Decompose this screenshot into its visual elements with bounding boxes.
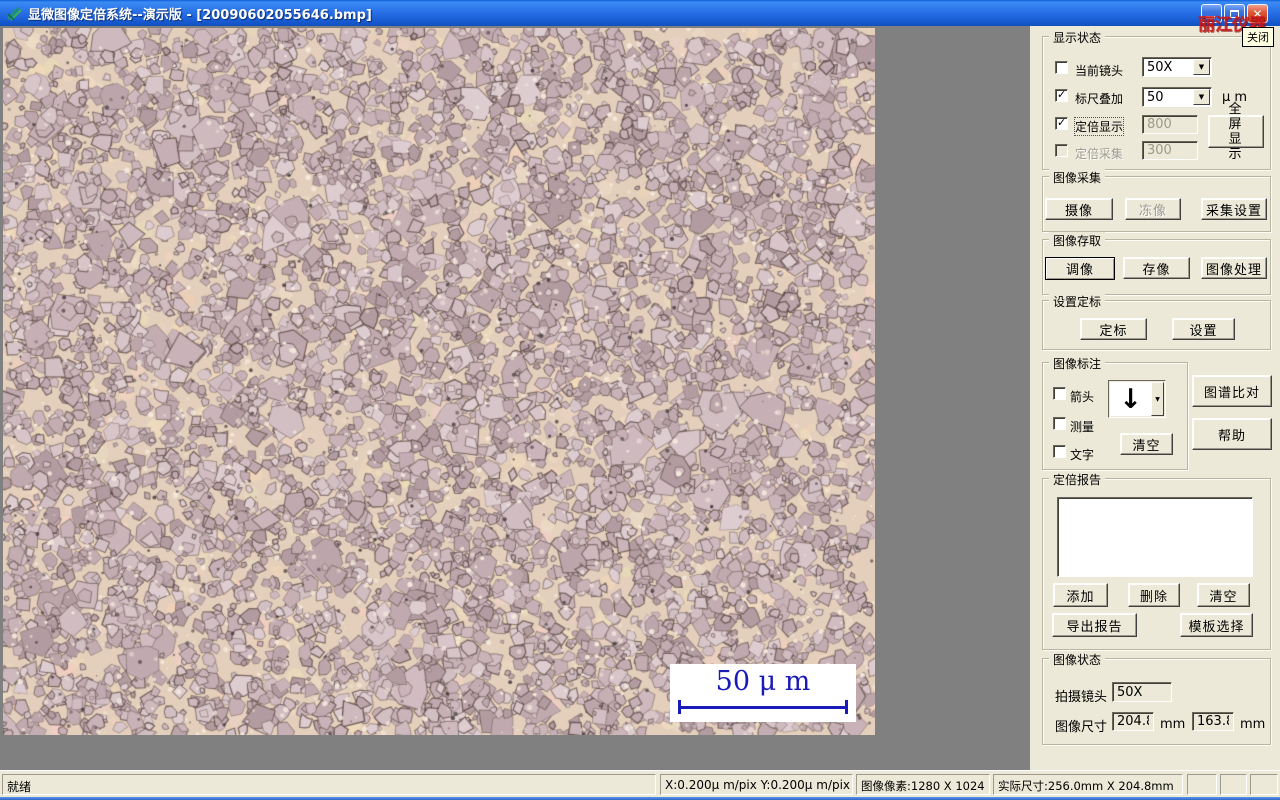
help-button[interactable]: 帮助 — [1192, 418, 1272, 450]
restore-button[interactable] — [1224, 4, 1245, 23]
title-bar: 显微图像定倍系统--演示版 - [20090602055646.bmp] ✕ — [0, 0, 1280, 26]
current-lens-checkbox[interactable] — [1055, 61, 1068, 74]
shoot-button[interactable]: 摄像 — [1045, 198, 1113, 220]
control-panel: 显示状态 当前镜头 50X ▼ 标尺叠加 50 ▼ μ m 定倍显示 定倍采集 … — [1030, 26, 1280, 770]
atlas-compare-button[interactable]: 图谱比对 — [1192, 375, 1272, 407]
calibrate-button[interactable]: 定标 — [1080, 318, 1147, 340]
app-icon — [6, 6, 22, 21]
status-empty-2 — [1220, 774, 1247, 795]
restore-icon — [1230, 10, 1239, 18]
group-calibration: 设置 定标 — [1042, 293, 1271, 350]
arrow-annotation-checkbox[interactable] — [1053, 387, 1066, 400]
fixed-display-field[interactable] — [1142, 115, 1198, 134]
status-ready: 就绪 — [2, 774, 656, 795]
scale-bar-label: 50 μ m — [715, 666, 811, 697]
ruler-overlay-checkbox[interactable] — [1055, 88, 1068, 102]
close-tooltip: 关闭 — [1242, 27, 1274, 47]
ruler-overlay-label: 标尺叠加 — [1075, 92, 1124, 106]
fixed-capture-label: 定倍采集 — [1075, 147, 1124, 161]
ruler-value: 50 — [1147, 90, 1164, 105]
status-bar: 就绪 X:0.200μ m/pix Y:0.200μ m/pix 图像像素:12… — [0, 770, 1280, 797]
capture-settings-button[interactable]: 采集设置 — [1201, 198, 1267, 220]
status-actual-size: 实际尺寸:256.0mm X 204.8mm — [993, 774, 1183, 795]
shoot-lens-field[interactable] — [1112, 682, 1172, 702]
fixed-display-label: 定倍显示 — [1073, 117, 1125, 136]
fixed-display-checkbox[interactable] — [1055, 116, 1068, 130]
save-image-button[interactable]: 存像 — [1123, 257, 1190, 279]
group-calibration-title: 设置定标 — [1049, 293, 1106, 310]
client-area: 50 μ m 显示状态 当前镜头 50X ▼ 标尺叠加 50 ▼ μ m 定倍显… — [0, 26, 1280, 770]
report-export-button[interactable]: 导出报告 — [1052, 613, 1137, 637]
shoot-lens-label: 拍摄镜头 — [1055, 690, 1108, 705]
group-image-capture-title: 图像采集 — [1049, 169, 1106, 186]
report-template-button[interactable]: 模板选择 — [1180, 613, 1253, 637]
close-icon: ✕ — [1252, 6, 1263, 21]
status-image-pixels: 图像像素:1280 X 1024 — [856, 774, 990, 795]
group-display-status-title: 显示状态 — [1049, 29, 1106, 46]
micrograph-viewport[interactable]: 50 μ m — [3, 28, 875, 735]
ruler-value-combo[interactable]: 50 ▼ — [1142, 87, 1212, 107]
current-lens-combo[interactable]: 50X ▼ — [1142, 57, 1212, 77]
status-empty-3 — [1250, 774, 1278, 795]
fullscreen-button[interactable]: 全屏显示 — [1208, 102, 1264, 162]
window-title: 显微图像定倍系统--演示版 - [20090602055646.bmp] — [28, 7, 372, 23]
report-clear-button[interactable]: 清空 — [1197, 583, 1250, 607]
measure-annotation-label: 测量 — [1070, 420, 1095, 434]
group-image-status-title: 图像状态 — [1049, 651, 1106, 668]
image-height-field[interactable] — [1192, 712, 1234, 731]
group-annotation-title: 图像标注 — [1049, 355, 1106, 372]
minimize-icon — [1206, 16, 1215, 19]
report-add-button[interactable]: 添加 — [1053, 583, 1108, 607]
ruler-dropdown-icon[interactable]: ▼ — [1193, 89, 1210, 105]
freeze-button: 冻像 — [1125, 198, 1181, 220]
calibration-set-button[interactable]: 设置 — [1172, 318, 1235, 340]
arrow-style-dropdown-icon[interactable]: ▼ — [1151, 382, 1164, 416]
image-height-unit: mm — [1240, 717, 1266, 732]
current-lens-dropdown-icon[interactable]: ▼ — [1193, 59, 1210, 75]
status-empty-1 — [1187, 774, 1217, 795]
scale-bar-line — [678, 700, 848, 714]
annotation-clear-button[interactable]: 清空 — [1120, 433, 1173, 455]
arrow-annotation-label: 箭头 — [1070, 390, 1095, 404]
close-button[interactable]: ✕ — [1247, 4, 1268, 23]
load-image-button[interactable]: 调像 — [1045, 257, 1115, 280]
micrograph-image[interactable] — [3, 28, 875, 735]
text-annotation-label: 文字 — [1070, 448, 1095, 462]
current-lens-label: 当前镜头 — [1075, 64, 1124, 78]
report-listbox[interactable] — [1057, 497, 1253, 577]
group-report-title: 定倍报告 — [1049, 471, 1106, 488]
image-process-button[interactable]: 图像处理 — [1201, 257, 1267, 279]
fixed-capture-field — [1142, 141, 1198, 160]
report-delete-button[interactable]: 删除 — [1128, 583, 1180, 607]
arrow-style-icon: ↓ — [1110, 382, 1151, 416]
image-width-unit: mm — [1160, 717, 1186, 732]
scale-bar-overlay: 50 μ m — [670, 664, 856, 722]
image-width-field[interactable] — [1112, 712, 1154, 731]
text-annotation-checkbox[interactable] — [1053, 445, 1066, 458]
arrow-style-combo[interactable]: ↓ ▼ — [1108, 380, 1166, 418]
minimize-button[interactable] — [1201, 4, 1222, 23]
fixed-capture-checkbox — [1055, 144, 1068, 157]
status-pixel-scale: X:0.200μ m/pix Y:0.200μ m/pix — [660, 774, 853, 795]
image-size-label: 图像尺寸 — [1055, 720, 1108, 735]
measure-annotation-checkbox[interactable] — [1053, 417, 1066, 430]
group-image-storage-title: 图像存取 — [1049, 232, 1106, 249]
current-lens-value: 50X — [1147, 60, 1173, 75]
